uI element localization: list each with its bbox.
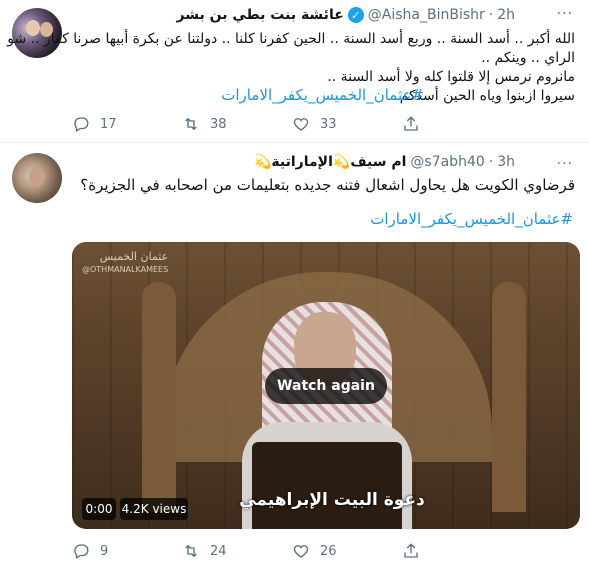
- tweet-header: عائشة بنت بطي بن بشر ✓ @Aisha_BinBishr ·…: [177, 4, 515, 26]
- heart-icon: [293, 545, 309, 558]
- verified-icon: ✓: [347, 7, 364, 23]
- retweet-icon: [185, 544, 197, 558]
- watch-again-button[interactable]: Watch again: [265, 368, 387, 404]
- reply-count: 9: [100, 543, 109, 559]
- avatar[interactable]: [12, 153, 62, 203]
- channel-logo: عثمان الخميس @OTHMANALKAMEES: [82, 250, 168, 276]
- timestamp[interactable]: 2h: [497, 7, 515, 23]
- channel-logo-handle: @OTHMANALKAMEES: [82, 265, 169, 274]
- video-caption: دعوة البيت الإبراهيمي: [239, 490, 425, 510]
- display-name[interactable]: عائشة بنت بطي بن بشر: [177, 7, 344, 23]
- heart-icon: [293, 118, 309, 131]
- retweet-count: 38: [210, 116, 227, 132]
- share-button[interactable]: [402, 115, 512, 133]
- video-player[interactable]: عثمان الخميس @OTHMANALKAMEES دعوة البيت …: [72, 242, 580, 529]
- channel-logo-text: عثمان الخميس: [99, 250, 169, 263]
- user-handle[interactable]: @Aisha_BinBishr: [368, 7, 485, 23]
- share-button[interactable]: [402, 542, 512, 560]
- like-count: 26: [320, 543, 337, 559]
- retweet-button[interactable]: 24: [182, 542, 292, 560]
- tweet-text-line: الراي .. وينكم ..: [481, 50, 575, 66]
- tweet-text: قرضاوي الكويت هل يحاول اشعال فتنه جديده …: [75, 176, 575, 195]
- more-options-icon[interactable]: ···: [557, 6, 573, 22]
- separator-dot: ·: [488, 7, 494, 23]
- video-time: 0:00: [82, 498, 116, 520]
- video-frame: [142, 282, 176, 512]
- reply-count: 17: [100, 116, 117, 132]
- tweet[interactable]: ··· عائشة بنت بطي بن بشر ✓ @Aisha_BinBis…: [0, 0, 589, 143]
- hashtag-link[interactable]: #عثمان_الخميس_يكفر_الامارات: [153, 210, 573, 229]
- reply-button[interactable]: 9: [72, 542, 182, 560]
- timestamp[interactable]: 3h: [497, 154, 515, 170]
- tweet-text-line: مانروم نرمس إلا قلتوا كله ولا أسد السنة …: [327, 69, 575, 85]
- reply-icon: [74, 117, 89, 132]
- retweet-icon: [185, 117, 197, 131]
- video-views: 4.2K views: [120, 498, 188, 520]
- like-button[interactable]: 26: [292, 542, 402, 560]
- more-options-icon[interactable]: ···: [557, 156, 573, 172]
- video-frame: [252, 442, 402, 529]
- tweet-actions: 17 38 33: [72, 114, 512, 134]
- user-handle[interactable]: @s7abh40: [410, 154, 484, 170]
- hashtag-row: #عثمان_الخميس_يكفر_الامارات: [153, 210, 573, 229]
- reply-icon: [74, 544, 89, 559]
- tweet-text-line: الله أكبر .. أسد السنة .. وربع أسد السنة…: [7, 31, 575, 47]
- tweet-actions: 9 24 26: [72, 541, 512, 561]
- separator-dot: ·: [488, 154, 494, 170]
- video-frame: [492, 282, 526, 512]
- hashtag-row: #عثمان_الخميس_يكفر_الامارات: [4, 86, 424, 105]
- share-icon: [404, 543, 418, 558]
- retweet-button[interactable]: 38: [182, 115, 292, 133]
- retweet-count: 24: [210, 543, 227, 559]
- tweet-header: ام سيف💫الإماراتية💫 @s7abh40 · 3h: [254, 151, 515, 173]
- tweet-text-line: قرضاوي الكويت هل يحاول اشعال فتنه جديده …: [80, 176, 575, 194]
- share-icon: [404, 116, 418, 131]
- display-name[interactable]: ام سيف💫الإماراتية💫: [254, 154, 406, 170]
- hashtag-link[interactable]: #عثمان_الخميس_يكفر_الامارات: [4, 86, 424, 105]
- reply-button[interactable]: 17: [72, 115, 182, 133]
- like-count: 33: [320, 116, 337, 132]
- like-button[interactable]: 33: [292, 115, 402, 133]
